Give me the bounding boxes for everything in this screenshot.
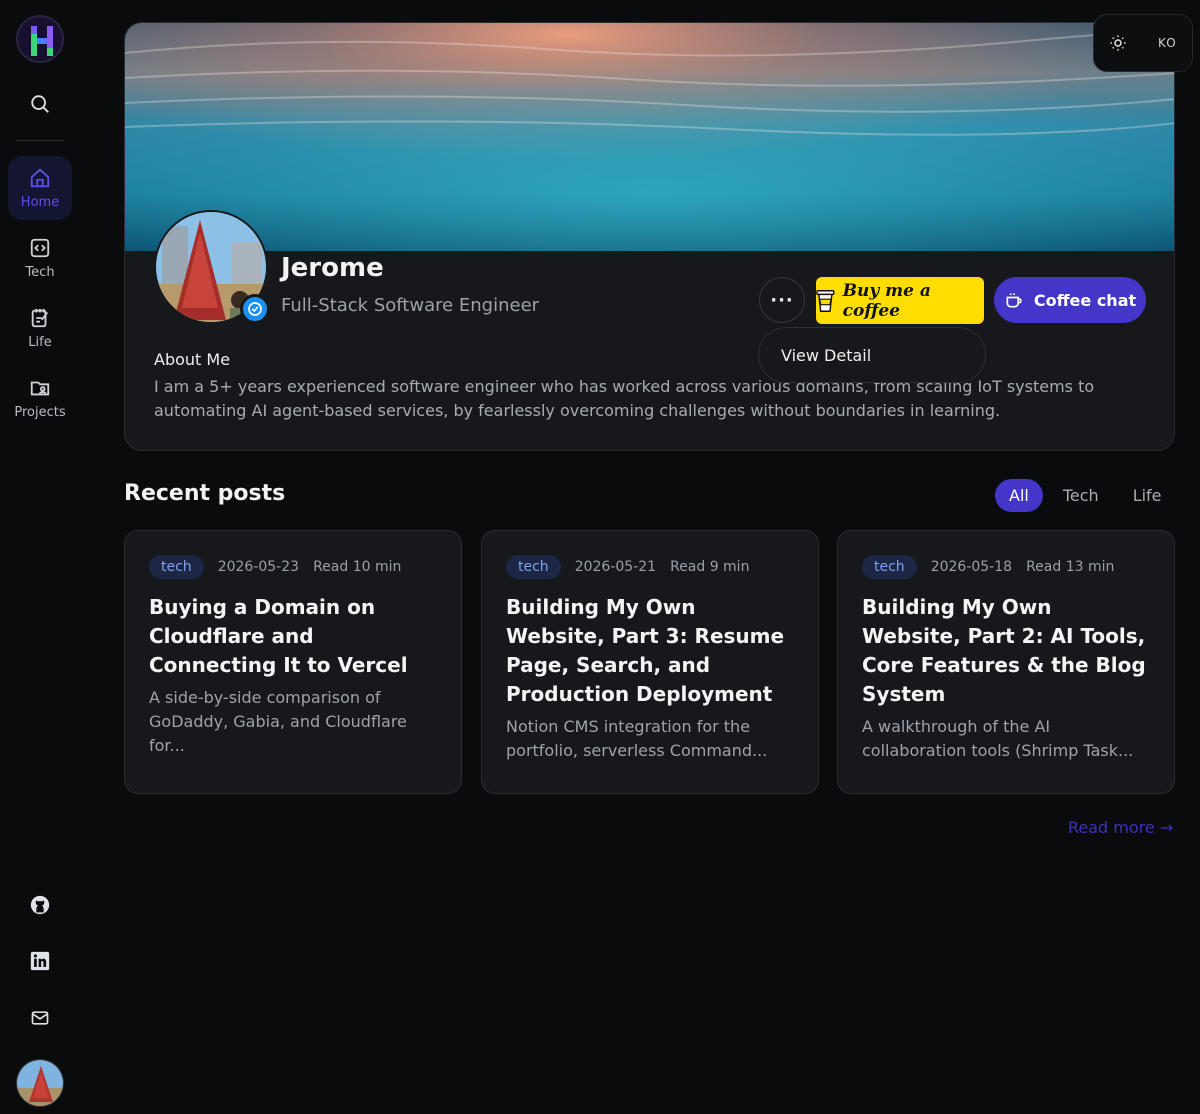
post-title[interactable]: Building My Own Website, Part 2: AI Tool…	[862, 593, 1150, 709]
view-detail-label: View Detail	[781, 345, 872, 365]
profile-role: Full-Stack Software Engineer	[281, 295, 540, 316]
sun-icon[interactable]	[1109, 34, 1127, 52]
more-icon: ···	[770, 289, 794, 311]
sidebar-item-home[interactable]: Home	[8, 156, 72, 220]
post-meta: tech 2026-05-21 Read 9 min	[506, 555, 794, 579]
post-read-time: Read 13 min	[1026, 559, 1115, 575]
linkedin-link[interactable]	[28, 949, 52, 973]
sidebar-item-label: Home	[20, 194, 60, 210]
code-icon	[30, 238, 50, 257]
post-title[interactable]: Buying a Domain on Cloudflare and Connec…	[149, 593, 437, 680]
profile-avatar	[154, 210, 270, 324]
github-icon	[30, 895, 50, 915]
post-read-time: Read 10 min	[313, 559, 402, 575]
post-card[interactable]: tech 2026-05-23 Read 10 min Buying a Dom…	[124, 530, 462, 794]
view-detail-menu-item[interactable]: View Detail	[758, 327, 986, 383]
top-controls: KO	[1093, 14, 1193, 72]
post-meta: tech 2026-05-18 Read 13 min	[862, 555, 1150, 579]
sidebar-item-life[interactable]: Life	[8, 296, 72, 360]
sidebar-divider	[16, 140, 64, 141]
sidebar-item-label: Tech	[25, 264, 55, 280]
filter-life[interactable]: Life	[1119, 479, 1176, 512]
logo-icon	[18, 17, 62, 61]
mail-link[interactable]	[28, 1006, 52, 1030]
bmc-label: Buy me a coffee	[842, 280, 931, 321]
coffee-cup-icon	[816, 289, 835, 312]
profile-banner	[125, 23, 1174, 251]
more-options-button[interactable]: ···	[759, 277, 805, 323]
recent-posts-title: Recent posts	[124, 481, 286, 506]
post-tag[interactable]: tech	[862, 555, 917, 579]
github-link[interactable]	[28, 893, 52, 917]
post-description: A walkthrough of the AI collaboration to…	[862, 717, 1134, 760]
about-title: About Me	[154, 350, 231, 369]
post-read-time: Read 9 min	[670, 559, 750, 575]
sidebar-item-projects[interactable]: Projects	[8, 366, 72, 430]
sidebar-item-tech[interactable]: Tech	[8, 226, 72, 290]
sidebar-item-label: Life	[28, 334, 52, 350]
post-card[interactable]: tech 2026-05-18 Read 13 min Building My …	[837, 530, 1175, 794]
post-description: Notion CMS integration for the portfolio…	[506, 717, 768, 760]
filter-all[interactable]: All	[995, 479, 1043, 512]
filter-tech[interactable]: Tech	[1049, 479, 1113, 512]
buy-me-a-coffee-button[interactable]: Buy me a coffee	[816, 277, 984, 324]
sidebar: Home Tech Life Projects	[0, 0, 80, 1114]
post-tag[interactable]: tech	[149, 555, 204, 579]
search-button[interactable]	[22, 86, 58, 122]
avatar-image	[17, 1060, 63, 1106]
profile-name: Jerome	[281, 253, 384, 283]
post-date: 2026-05-18	[930, 559, 1013, 575]
user-avatar[interactable]	[16, 1059, 64, 1107]
sidebar-item-label: Projects	[14, 404, 66, 420]
profile-card: Jerome Full-Stack Software Engineer ··· …	[124, 22, 1175, 451]
language-toggle[interactable]: KO	[1158, 36, 1177, 50]
mail-icon	[31, 1011, 49, 1025]
folder-user-icon	[30, 381, 50, 395]
coffee-chat-button[interactable]: Coffee chat	[994, 277, 1146, 323]
post-date: 2026-05-23	[217, 559, 300, 575]
coffee-chat-label: Coffee chat	[1033, 290, 1137, 310]
post-meta: tech 2026-05-23 Read 10 min	[149, 555, 437, 579]
post-date: 2026-05-21	[574, 559, 657, 575]
home-icon	[30, 168, 50, 187]
linkedin-icon	[30, 951, 50, 971]
post-description: A side-by-side comparison of GoDaddy, Ga…	[149, 688, 407, 755]
site-logo[interactable]	[16, 15, 64, 63]
notebook-icon	[31, 308, 49, 327]
post-filter-tabs: All Tech Life	[995, 479, 1176, 512]
search-icon	[31, 95, 49, 113]
verified-badge-icon	[240, 294, 270, 324]
banner-image	[125, 23, 1174, 251]
read-more-link[interactable]: Read more →	[1068, 818, 1173, 837]
post-title[interactable]: Building My Own Website, Part 3: Resume …	[506, 593, 794, 709]
post-card[interactable]: tech 2026-05-21 Read 9 min Building My O…	[481, 530, 819, 794]
about-text: I am a 5+ years experienced software eng…	[154, 377, 1095, 420]
coffee-icon	[1006, 293, 1022, 308]
post-tag[interactable]: tech	[506, 555, 561, 579]
